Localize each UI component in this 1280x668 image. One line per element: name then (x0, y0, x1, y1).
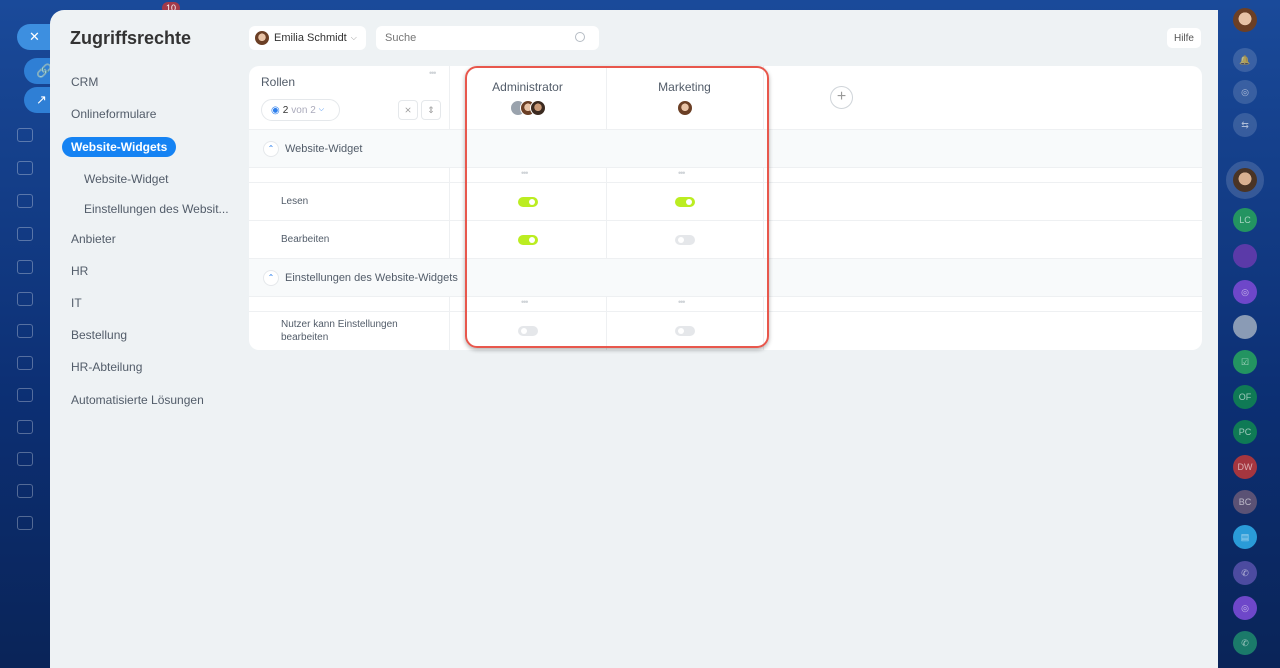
chat-of[interactable]: OF (1233, 385, 1257, 409)
nav-item[interactable]: Website-Widget (75, 169, 177, 189)
shop-icon[interactable] (17, 516, 33, 530)
add-role-button[interactable]: + (830, 86, 853, 109)
messages-icon[interactable]: ⇆ (1233, 113, 1257, 137)
visible-of: von 2 (291, 104, 316, 116)
chat-icon[interactable] (17, 356, 33, 370)
chat-bc[interactable]: BC (1233, 490, 1257, 514)
visible-roles-filter[interactable]: ◉ 2 von 2 ⌵ (261, 99, 340, 121)
chevron-down-icon: ⌵ (350, 33, 357, 42)
crm-icon[interactable] (17, 194, 33, 208)
calendar-icon[interactable] (17, 324, 33, 338)
profile-avatar[interactable] (1233, 8, 1257, 32)
user-avatar (254, 30, 270, 46)
analytics-icon[interactable] (17, 484, 33, 498)
nav-item[interactable]: Automatisierte Lösungen (62, 390, 213, 410)
roles-header: Rollen (261, 75, 296, 89)
chat-pc[interactable]: PC (1233, 420, 1257, 444)
highlight-frame (465, 66, 769, 348)
search-input[interactable] (376, 26, 599, 50)
nav-item[interactable]: Onlineformulare (62, 104, 165, 124)
search-icon[interactable] (575, 32, 585, 42)
user-name: Emilia Schmidt (274, 32, 347, 44)
visible-count: 2 (282, 104, 289, 116)
nav-item[interactable]: Website-Widgets (62, 137, 177, 157)
contacts-icon[interactable] (17, 161, 33, 175)
open-lines-icon[interactable]: ▤ (1233, 525, 1257, 549)
nav-item[interactable]: HR (62, 261, 97, 281)
nav-item[interactable]: IT (62, 293, 91, 313)
nav-item[interactable]: Anbieter (62, 229, 125, 249)
chat-avatar[interactable] (1226, 161, 1264, 199)
collapse-all-button[interactable]: ⨯ (398, 100, 418, 120)
feed-icon[interactable] (17, 128, 33, 142)
chat-dw[interactable]: DW (1233, 455, 1257, 479)
group-title: Einstellungen des Website-Widgets (285, 271, 458, 284)
phone-icon[interactable]: ✆ (1233, 561, 1257, 585)
permission-label: Lesen (281, 196, 309, 207)
nav-item[interactable]: CRM (62, 72, 107, 92)
more-icon[interactable]: ••• (429, 68, 437, 78)
sign-icon[interactable] (17, 388, 33, 402)
phone-icon[interactable]: ✆ (1233, 631, 1257, 655)
permission-label: Bearbeiten (281, 234, 330, 245)
expand-all-button[interactable]: ⇕ (421, 100, 441, 120)
right-sidebar: 🔔 ◎ ⇆ LC ◎ ☑ OF PC DW BC ▤ ✆ ◎ ✆ (1218, 0, 1280, 668)
group-title: Website-Widget (285, 142, 363, 155)
chevron-up-icon[interactable]: ⌃ (263, 269, 279, 286)
left-app-sidebar: ✕ 🔗 ↗ 10 (0, 0, 181, 668)
group-chat-avatar[interactable] (1233, 315, 1257, 339)
copilot-chat-icon[interactable]: ◎ (1233, 596, 1257, 620)
chevron-down-icon: ⌵ (318, 106, 325, 113)
docs-icon[interactable] (17, 227, 33, 241)
tasks-icon[interactable] (17, 292, 33, 306)
eye-icon: ◉ (271, 104, 280, 116)
chat-lc[interactable]: LC (1233, 208, 1257, 232)
copilot-chat-icon[interactable]: ◎ (1233, 280, 1257, 304)
bell-icon[interactable]: 🔔 (1233, 48, 1257, 72)
nav-item[interactable]: Einstellungen des Websit... (75, 199, 238, 219)
tasks-chat-icon[interactable]: ☑ (1233, 350, 1257, 374)
nav-item[interactable]: HR-Abteilung (62, 357, 151, 377)
access-rights-panel: Zugriffsrechte CRM Onlineformulare Website… (50, 10, 1218, 668)
chat-avatar[interactable] (1233, 244, 1257, 268)
store-icon[interactable] (17, 420, 33, 434)
sites-icon[interactable] (17, 260, 33, 274)
groups-icon[interactable] (17, 452, 33, 466)
copilot-icon[interactable]: ◎ (1233, 80, 1257, 104)
page-title: Zugriffsrechte (70, 28, 192, 48)
help-button[interactable]: Hilfe (1167, 28, 1201, 48)
nav-item[interactable]: Bestellung (62, 325, 136, 345)
permission-label: Nutzer kann Einstellungen bearbeiten (281, 318, 398, 343)
chevron-up-icon[interactable]: ⌃ (263, 140, 279, 157)
user-selector[interactable]: Emilia Schmidt ⌵ (249, 26, 366, 50)
